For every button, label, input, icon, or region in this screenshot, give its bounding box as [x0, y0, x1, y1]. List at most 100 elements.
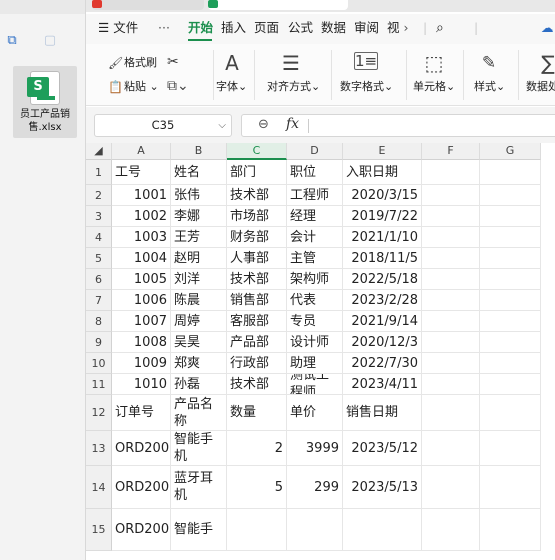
row-header-9[interactable]: 9 [86, 332, 112, 353]
cell-D15[interactable] [287, 509, 343, 551]
cell-A5[interactable]: 1004 [112, 248, 171, 269]
desktop-file-item[interactable]: S 员工产品销售.xlsx [13, 66, 77, 138]
cell-F4[interactable] [422, 227, 480, 248]
cell-E14[interactable]: 2023/5/13 [343, 466, 422, 509]
cell-G7[interactable] [480, 290, 541, 311]
style-button[interactable]: 样式⌄ [474, 80, 505, 94]
data-process-button[interactable]: 数据处 [526, 80, 555, 94]
cell-D8[interactable]: 专员 [287, 311, 343, 332]
cell-A12[interactable]: 订单号 [112, 395, 171, 431]
cell-G5[interactable] [480, 248, 541, 269]
cell-E11[interactable]: 2023/4/11 [343, 374, 422, 395]
cell-C8[interactable]: 客服部 [227, 311, 287, 332]
cell-E13[interactable]: 2023/5/12 [343, 431, 422, 466]
cell-G14[interactable] [480, 466, 541, 509]
spreadsheet-grid[interactable]: ◢ A B C D E F G 1 工号 姓名 部门 职位 入职日期 2 1001 张伟 技术部 工程师 2020/… [86, 143, 555, 560]
cell-E4[interactable]: 2021/1/10 [343, 227, 422, 248]
tab-formula[interactable]: 公式 [288, 20, 313, 36]
column-header-A[interactable]: A [112, 143, 171, 160]
cell-E9[interactable]: 2020/12/3 [343, 332, 422, 353]
cell-C1[interactable]: 部门 [227, 160, 287, 185]
cell-E3[interactable]: 2019/7/22 [343, 206, 422, 227]
cell-E12[interactable]: 销售日期 [343, 395, 422, 431]
cell-C14[interactable]: 5 [227, 466, 287, 509]
cell-G11[interactable] [480, 374, 541, 395]
cell-F12[interactable] [422, 395, 480, 431]
cell-F14[interactable] [422, 466, 480, 509]
cell-C5[interactable]: 人事部 [227, 248, 287, 269]
cell-C10[interactable]: 行政部 [227, 353, 287, 374]
cell-E15[interactable] [343, 509, 422, 551]
menu-more[interactable]: ··· [158, 20, 170, 36]
cell-E7[interactable]: 2023/2/28 [343, 290, 422, 311]
cell-C11[interactable]: 技术部 [227, 374, 287, 395]
cell-F2[interactable] [422, 185, 480, 206]
cell-E1[interactable]: 入职日期 [343, 160, 422, 185]
cell-G2[interactable] [480, 185, 541, 206]
row-header-5[interactable]: 5 [86, 248, 112, 269]
tab-data[interactable]: 数据 [321, 20, 346, 36]
cell-A10[interactable]: 1009 [112, 353, 171, 374]
cell-D11[interactable]: 测试工程师 [287, 374, 343, 395]
cell-D10[interactable]: 助理 [287, 353, 343, 374]
cell-G13[interactable] [480, 431, 541, 466]
number-format-button[interactable]: 数字格式⌄ [340, 80, 393, 94]
column-header-F[interactable]: F [422, 143, 480, 160]
row-header-15[interactable]: 15 [86, 509, 112, 551]
cell-C7[interactable]: 销售部 [227, 290, 287, 311]
cell-C2[interactable]: 技术部 [227, 185, 287, 206]
cell-B2[interactable]: 张伟 [171, 185, 227, 206]
row-header-11[interactable]: 11 [86, 374, 112, 395]
cell-B3[interactable]: 李娜 [171, 206, 227, 227]
cell-F15[interactable] [422, 509, 480, 551]
tab-home[interactable]: 开始 [188, 20, 213, 36]
cell-B4[interactable]: 王芳 [171, 227, 227, 248]
cell-G4[interactable] [480, 227, 541, 248]
tab-insert[interactable]: 插入 [221, 20, 246, 36]
alignment-button[interactable]: 对齐方式⌄ [267, 80, 320, 94]
row-header-12[interactable]: 12 [86, 395, 112, 431]
cell-B10[interactable]: 郑爽 [171, 353, 227, 374]
cell-G15[interactable] [480, 509, 541, 551]
cell-B5[interactable]: 赵明 [171, 248, 227, 269]
cell-E2[interactable]: 2020/3/15 [343, 185, 422, 206]
cell-D9[interactable]: 设计师 [287, 332, 343, 353]
cell-B13[interactable]: 智能手机 [171, 431, 227, 466]
cell-A3[interactable]: 1002 [112, 206, 171, 227]
tab-review[interactable]: 审阅 [354, 20, 379, 36]
font-button[interactable]: 字体⌄ [216, 80, 247, 94]
cell-A7[interactable]: 1006 [112, 290, 171, 311]
cell-F7[interactable] [422, 290, 480, 311]
cell-A13[interactable]: ORD2001 [112, 431, 171, 466]
row-header-2[interactable]: 2 [86, 185, 112, 206]
cell-A9[interactable]: 1008 [112, 332, 171, 353]
cell-G6[interactable] [480, 269, 541, 290]
row-header-14[interactable]: 14 [86, 466, 112, 509]
cell-F10[interactable] [422, 353, 480, 374]
row-header-7[interactable]: 7 [86, 290, 112, 311]
cell-button[interactable]: 单元格⌄ [413, 80, 455, 94]
cell-F9[interactable] [422, 332, 480, 353]
cell-G9[interactable] [480, 332, 541, 353]
cell-D3[interactable]: 经理 [287, 206, 343, 227]
cell-B15[interactable]: 智能手 [171, 509, 227, 551]
cell-A15[interactable]: ORD200 [112, 509, 171, 551]
cell-B1[interactable]: 姓名 [171, 160, 227, 185]
cell-C4[interactable]: 财务部 [227, 227, 287, 248]
cell-B8[interactable]: 周婷 [171, 311, 227, 332]
paste-icon[interactable]: ▢ [42, 33, 58, 49]
row-header-6[interactable]: 6 [86, 269, 112, 290]
cell-D2[interactable]: 工程师 [287, 185, 343, 206]
menu-file[interactable]: ☰ 文件 [98, 20, 138, 36]
cell-F5[interactable] [422, 248, 480, 269]
cell-D6[interactable]: 架构师 [287, 269, 343, 290]
window-tab-active[interactable] [208, 0, 348, 10]
cell-D7[interactable]: 代表 [287, 290, 343, 311]
cell-D4[interactable]: 会计 [287, 227, 343, 248]
select-all-corner[interactable]: ◢ [86, 143, 112, 160]
cell-G8[interactable] [480, 311, 541, 332]
cell-A8[interactable]: 1007 [112, 311, 171, 332]
cloud-icon[interactable]: ☁ [541, 20, 554, 36]
cell-A11[interactable]: 1010 [112, 374, 171, 395]
cell-F11[interactable] [422, 374, 480, 395]
